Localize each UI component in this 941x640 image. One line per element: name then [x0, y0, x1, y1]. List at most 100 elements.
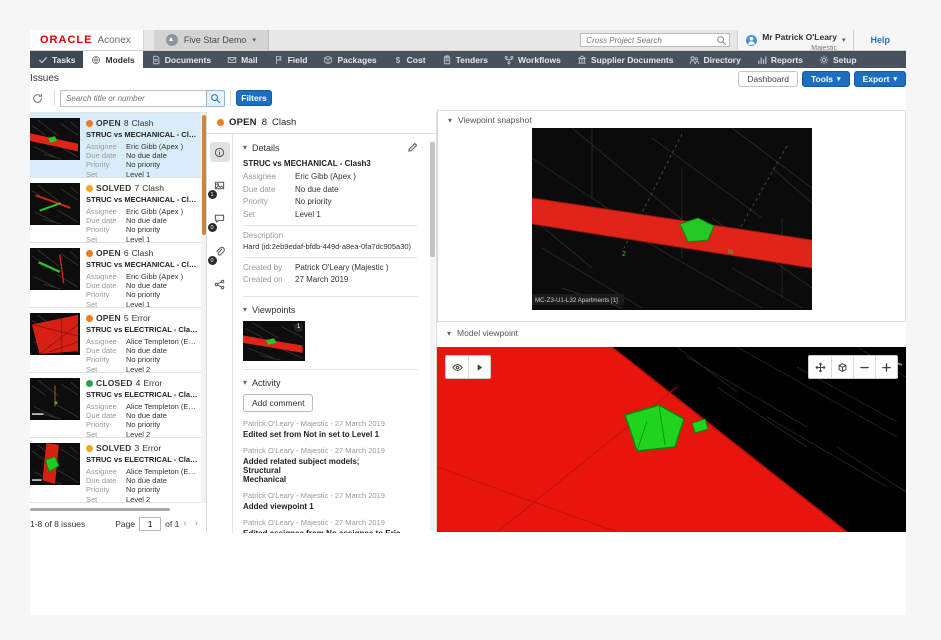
status-dot: [86, 445, 93, 452]
cross-project-search-input[interactable]: [580, 33, 730, 47]
mail-icon: [227, 55, 237, 65]
tools-button[interactable]: Tools▾: [802, 71, 850, 87]
detail-content: ▾ Details STRUC vs MECHANICAL - Clash3 A…: [233, 134, 428, 533]
user-menu[interactable]: Mr Patrick O'Leary Majestic ▾: [737, 30, 853, 50]
edit-pencil-icon[interactable]: [407, 142, 418, 153]
viewer-toolbar-left: [445, 355, 491, 379]
details-tab[interactable]: [210, 142, 230, 162]
detail-scrollbar[interactable]: [430, 140, 435, 530]
chevron-down-icon: ▾: [842, 36, 846, 44]
chevron-down-icon: ▾: [243, 305, 247, 314]
count-badge: 0: [208, 223, 217, 232]
page-number-input[interactable]: [139, 517, 161, 531]
viewpoint-snapshot-toggle[interactable]: ▾ Viewpoint snapshot: [438, 111, 905, 129]
activity-text: Edited assignee from No assignee to Eric…: [243, 529, 418, 534]
issue-list-panel: OPEN8ClashSTRUC vs MECHANICAL - Clash3As…: [30, 112, 207, 533]
refresh-icon[interactable]: [32, 93, 43, 104]
tab-packages[interactable]: Packages: [315, 51, 384, 68]
issue-title: STRUC vs ELECTRICAL - Clash4: [86, 325, 200, 334]
issue-card[interactable]: SOLVED7ClashSTRUC vs MECHANICAL - Clash2…: [30, 178, 202, 243]
issue-search-input[interactable]: [60, 90, 206, 107]
field-label: Priority: [86, 355, 126, 364]
next-page-icon[interactable]: ›: [191, 518, 202, 529]
viewpoint-snapshot-image: 2NMC-Z3-U1-L32 Apartments [1]: [532, 128, 812, 310]
paperclip-icon: [214, 246, 225, 257]
field-value: No priority: [126, 355, 160, 364]
expand-toolbar-button[interactable]: [468, 356, 490, 378]
module-navbar: TasksModelsDocumentsMailFieldPackages$Co…: [30, 51, 906, 68]
model-viewpoint-toggle[interactable]: ▾ Model viewpoint: [437, 324, 906, 342]
details-section-toggle[interactable]: ▾ Details: [243, 142, 418, 153]
activity-entry: Patrick O'Leary - Majestic - 27 March 20…: [243, 518, 418, 534]
activity-section-toggle[interactable]: ▾ Activity: [243, 378, 418, 388]
tab-tenders[interactable]: Tenders: [434, 51, 496, 68]
pagination-summary: 1-8 of 8 issues: [30, 519, 115, 529]
dashboard-button[interactable]: Dashboard: [738, 71, 798, 87]
tab-setup[interactable]: Setup: [811, 51, 865, 68]
issue-type: Clash: [132, 118, 154, 129]
field-label: Set: [86, 495, 126, 503]
section-cube-button[interactable]: [831, 356, 853, 378]
issue-list-scrollbar[interactable]: [201, 113, 206, 503]
help-section: Help: [853, 30, 906, 50]
export-button[interactable]: Export▾: [854, 71, 906, 87]
issue-search-button[interactable]: [206, 90, 225, 107]
model-3d-viewer[interactable]: [437, 347, 906, 532]
tab-directory[interactable]: Directory: [681, 51, 748, 68]
issue-card[interactable]: OPEN6ClashSTRUC vs MECHANICAL - Clash1As…: [30, 243, 202, 308]
activity-list: Patrick O'Leary - Majestic - 27 March 20…: [243, 419, 418, 534]
created-on-value: 27 March 2019: [295, 275, 348, 284]
field-label: Due date: [86, 281, 126, 290]
project-selector[interactable]: Five Star Demo ▾: [154, 30, 269, 50]
activity-text: Edited set from Not in set to Level 1: [243, 430, 418, 439]
detail-field-label: Priority: [243, 197, 295, 206]
pan-button[interactable]: [809, 356, 831, 378]
field-value: No due date: [126, 476, 167, 485]
tab-tasks[interactable]: Tasks: [30, 51, 83, 68]
search-icon[interactable]: [716, 35, 727, 46]
related-models-tab[interactable]: [210, 274, 230, 294]
user-avatar: [746, 35, 757, 46]
visibility-eye-button[interactable]: [446, 356, 468, 378]
svg-text:N: N: [728, 249, 733, 256]
add-comment-button[interactable]: Add comment: [243, 394, 313, 412]
tab-field[interactable]: Field: [266, 51, 316, 68]
issue-list-hscrollbar[interactable]: [30, 508, 170, 511]
issue-card[interactable]: OPEN5ErrorSTRUC vs ELECTRICAL - Clash4As…: [30, 308, 202, 373]
tab-reports[interactable]: Reports: [749, 51, 811, 68]
issue-card[interactable]: SOLVED3ErrorSTRUC vs ELECTRICAL - Clash2…: [30, 438, 202, 503]
zoom-in-button[interactable]: [875, 356, 897, 378]
field-label: Set: [86, 235, 126, 244]
comments-tab[interactable]: 0: [210, 208, 230, 228]
issue-card[interactable]: OPEN8ClashSTRUC vs MECHANICAL - Clash3As…: [30, 113, 202, 178]
viewpoints-tab[interactable]: 1: [210, 175, 230, 195]
previous-page-icon[interactable]: ‹: [179, 518, 190, 529]
field-label: Due date: [86, 151, 126, 160]
columns-icon: [577, 55, 587, 65]
issue-number: 8: [124, 118, 129, 129]
tab-supplier-documents[interactable]: Supplier Documents: [569, 51, 682, 68]
help-link[interactable]: Help: [870, 35, 890, 45]
filters-button[interactable]: Filters: [236, 90, 272, 106]
attachments-tab[interactable]: 0: [210, 241, 230, 261]
issue-list: OPEN8ClashSTRUC vs MECHANICAL - Clash3As…: [30, 113, 202, 503]
activity-meta: Patrick O'Leary - Majestic - 27 March 20…: [243, 446, 418, 455]
tab-documents[interactable]: Documents: [143, 51, 219, 68]
tab-cost[interactable]: $Cost: [385, 51, 434, 68]
issue-card[interactable]: CLOSED4ErrorSTRUC vs ELECTRICAL - Clash3…: [30, 373, 202, 438]
chevron-down-icon: ▾: [243, 143, 247, 152]
viewpoints-section-toggle[interactable]: ▾ Viewpoints: [243, 305, 418, 315]
zoom-out-button[interactable]: [853, 356, 875, 378]
viewpoint-thumbnail[interactable]: 1: [243, 321, 305, 361]
field-value: No due date: [126, 411, 167, 420]
issue-thumbnail: [30, 378, 80, 420]
issue-detail-header: OPEN 8 Clash: [207, 112, 436, 134]
issue-number: 5: [124, 313, 129, 324]
tab-mail[interactable]: Mail: [219, 51, 266, 68]
tab-models[interactable]: Models: [83, 51, 142, 68]
dollar-icon: $: [393, 55, 403, 65]
tab-workflows[interactable]: Workflows: [496, 51, 569, 68]
field-value: Alice Templeton (Enzic...: [126, 337, 200, 346]
activity-entry: Patrick O'Leary - Majestic - 27 March 20…: [243, 491, 418, 511]
clipboard-icon: [442, 55, 452, 65]
